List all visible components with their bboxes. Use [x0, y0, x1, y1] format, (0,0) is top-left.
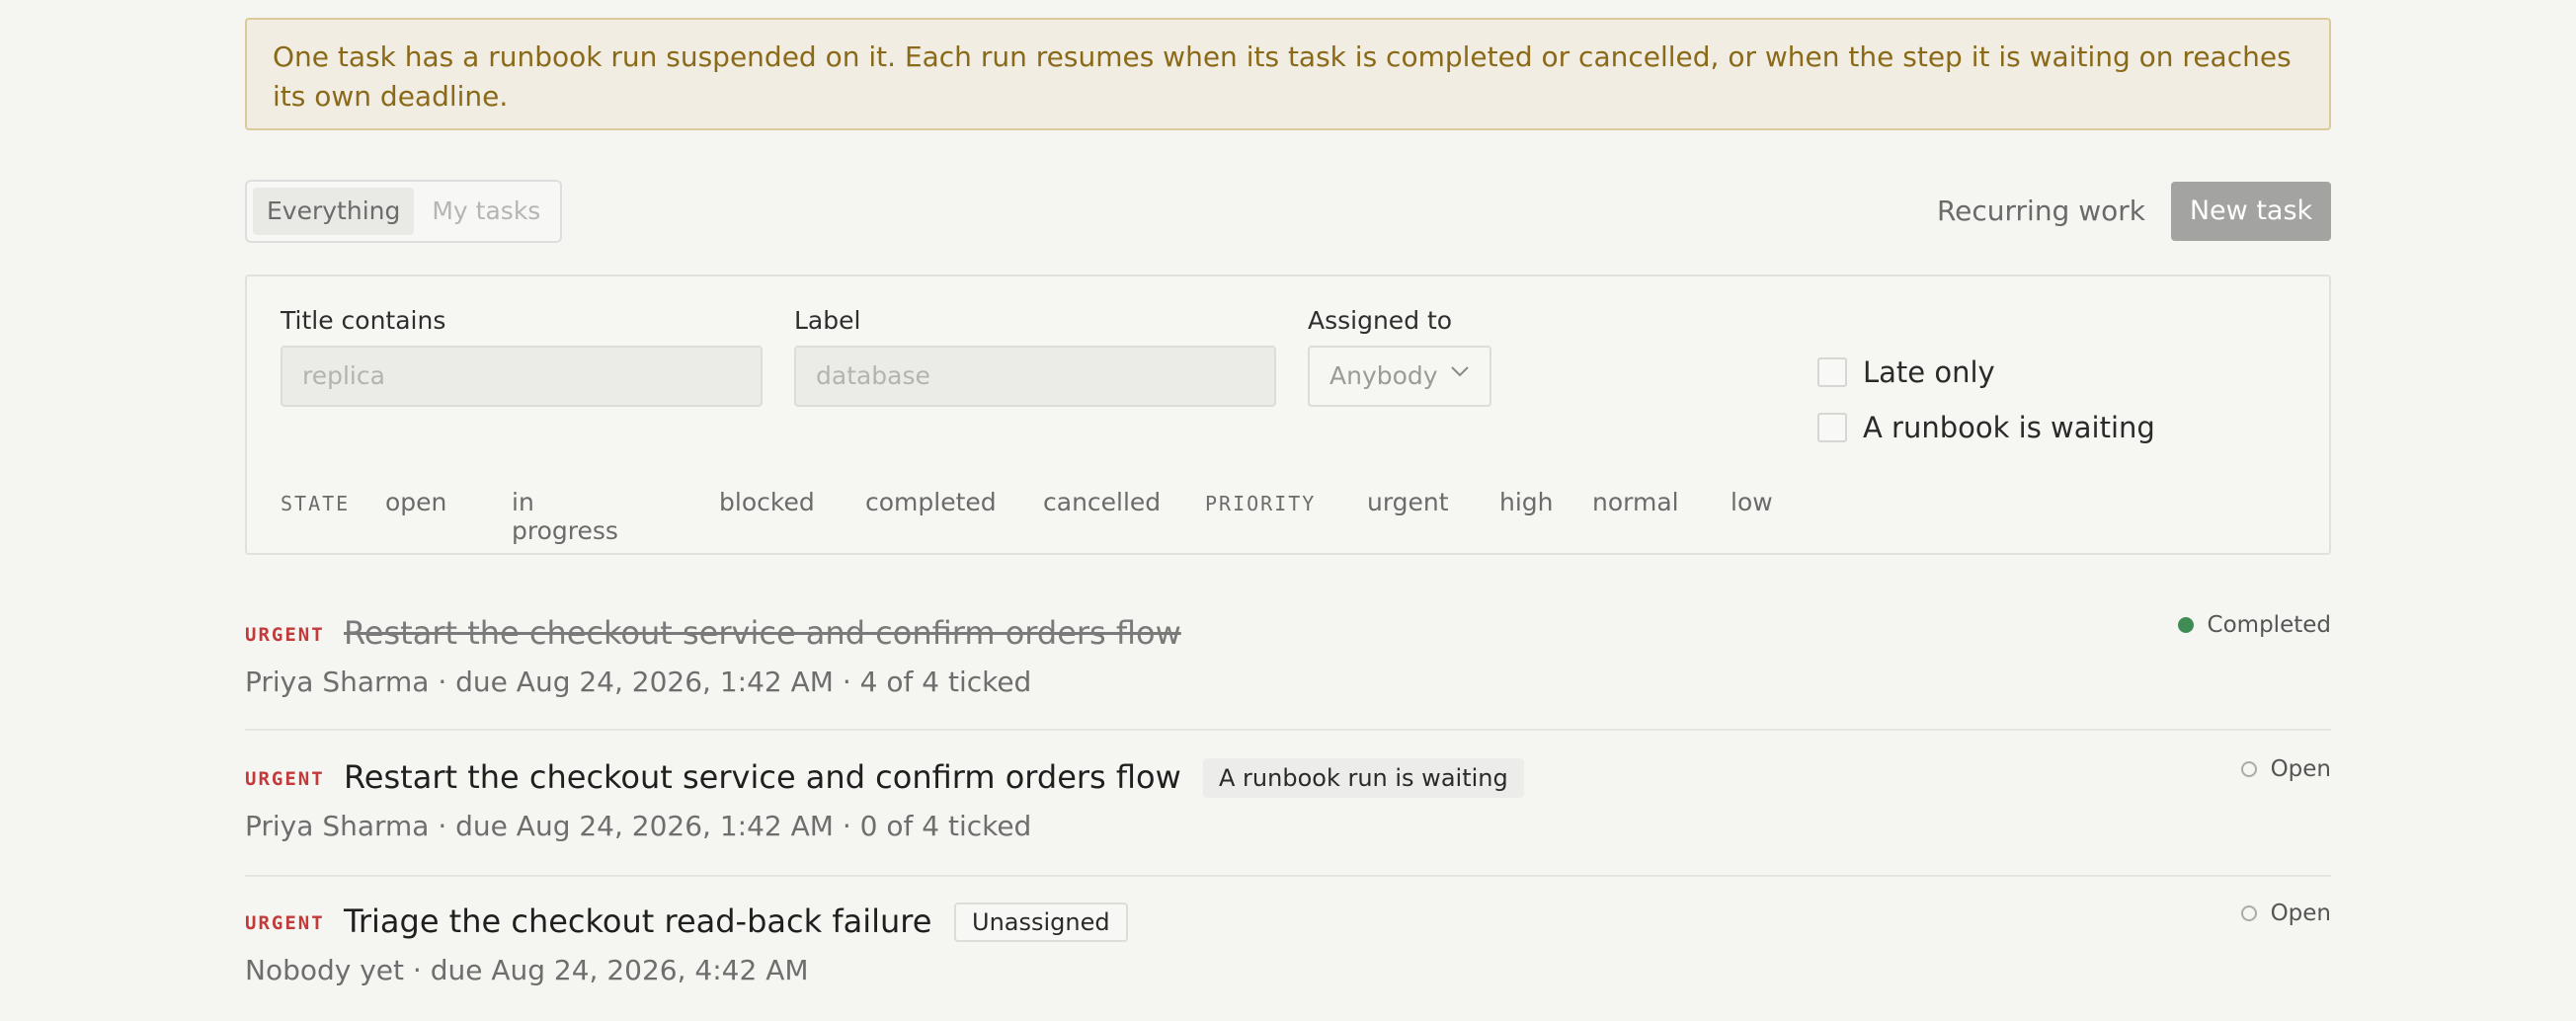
completed-dot-icon	[2177, 617, 2194, 633]
priority-chip-urgent[interactable]: urgent	[1367, 488, 1449, 516]
assigned-filter-value: Anybody	[1329, 361, 1438, 390]
scope-tab-everything[interactable]: Everything	[253, 188, 415, 235]
task-meta: Priya Sharma · due Aug 24, 2026, 1:42 AM…	[245, 666, 1032, 698]
task-meta: Priya Sharma · due Aug 24, 2026, 1:42 AM…	[245, 810, 1032, 842]
task-title[interactable]: Triage the checkout read-back failure	[344, 903, 931, 940]
filter-panel: Title contains replica Label database As…	[245, 275, 2331, 555]
title-filter-label: Title contains	[281, 306, 446, 335]
status-indicator: Completed	[2177, 612, 2331, 638]
priority-chip-normal[interactable]: normal	[1592, 488, 1679, 516]
assigned-filter-select[interactable]: Anybody	[1308, 346, 1491, 407]
late-only-checkbox[interactable]	[1817, 357, 1847, 387]
scope-tab-my-tasks[interactable]: My tasks	[418, 188, 554, 235]
suspended-runbook-notice: One task has a runbook run suspended on …	[245, 18, 2331, 130]
assigned-filter-label: Assigned to	[1308, 306, 1453, 335]
unassigned-tag: Unassigned	[954, 903, 1128, 942]
notice-line-2: its own deadline.	[273, 80, 509, 113]
runbook-waiting-filter[interactable]: A runbook is waiting	[1817, 411, 2155, 444]
open-circle-icon	[2240, 905, 2257, 921]
state-chip-open[interactable]: open	[385, 488, 446, 516]
state-heading: STATE	[281, 492, 351, 515]
priority-chip-low[interactable]: low	[1731, 488, 1773, 516]
task-title[interactable]: Restart the checkout service and confirm…	[344, 758, 1181, 796]
state-chip-completed[interactable]: completed	[865, 488, 997, 516]
priority-badge: URGENT	[245, 912, 325, 934]
task-row[interactable]: URGENT Restart the checkout service and …	[245, 731, 2331, 877]
state-chip-cancelled[interactable]: cancelled	[1043, 488, 1161, 516]
label-filter-input[interactable]: database	[794, 346, 1276, 407]
task-row[interactable]: URGENT Triage the checkout read-back fai…	[245, 877, 2331, 1021]
label-filter-label: Label	[794, 306, 861, 335]
title-filter-input[interactable]: replica	[281, 346, 763, 407]
state-chip-in-progress[interactable]: in progress	[512, 488, 618, 545]
notice-line-1: One task has a runbook run suspended on …	[273, 40, 2292, 73]
task-meta: Nobody yet · due Aug 24, 2026, 4:42 AM	[245, 954, 809, 986]
recurring-work-link[interactable]: Recurring work	[1937, 180, 2145, 243]
task-toolbar: Everything My tasks Recurring work New t…	[245, 180, 2331, 243]
priority-badge: URGENT	[245, 768, 325, 790]
runbook-waiting-checkbox[interactable]	[1817, 413, 1847, 442]
status-indicator: Open	[2240, 901, 2331, 926]
open-circle-icon	[2240, 761, 2257, 777]
status-indicator: Open	[2240, 756, 2331, 782]
late-only-label: Late only	[1863, 355, 1995, 389]
task-row[interactable]: URGENT Restart the checkout service and …	[245, 585, 2331, 731]
priority-chip-high[interactable]: high	[1499, 488, 1554, 516]
state-chip-blocked[interactable]: blocked	[719, 488, 815, 516]
task-title[interactable]: Restart the checkout service and confirm…	[344, 614, 1181, 652]
chevron-down-icon	[1451, 366, 1469, 377]
status-text: Open	[2270, 901, 2331, 926]
priority-badge: URGENT	[245, 624, 325, 646]
status-text: Open	[2270, 756, 2331, 782]
runbook-waiting-tag: A runbook run is waiting	[1203, 758, 1524, 798]
scope-switcher: Everything My tasks	[245, 180, 563, 243]
status-text: Completed	[2207, 612, 2331, 638]
runbook-waiting-label: A runbook is waiting	[1863, 411, 2155, 444]
late-only-filter[interactable]: Late only	[1817, 355, 1995, 389]
priority-heading: PRIORITY	[1205, 492, 1317, 515]
new-task-button[interactable]: New task	[2171, 182, 2331, 241]
